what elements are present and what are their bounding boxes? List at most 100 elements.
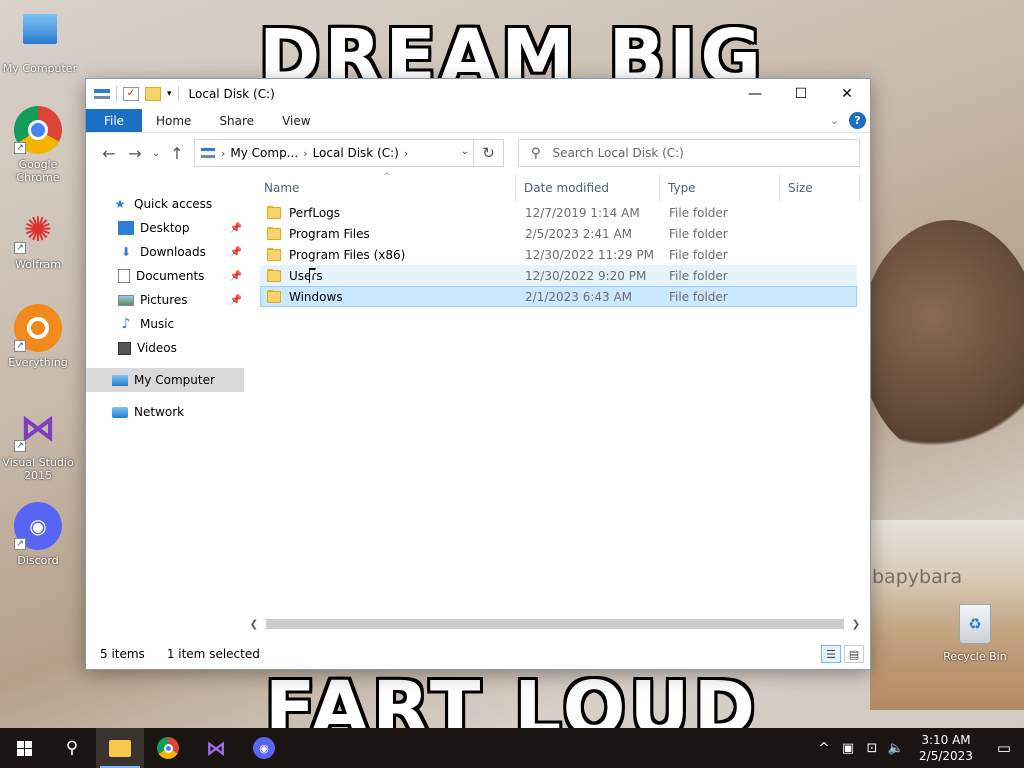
column-header-name[interactable]: Name [246,174,516,202]
file-type: File folder [669,247,728,262]
file-name: Program Files (x86) [289,247,406,262]
taskbar-visual-studio[interactable]: ⋈ [192,728,240,768]
folder-icon [267,247,281,261]
search-icon: ⚲ [65,738,79,758]
column-header-type[interactable]: Type [660,174,780,202]
taskbar: ⚲ ⋈ ◉ ^ ▣ ⊡ 🔈 3:10 AM 2/5/2023 ▭ [0,728,1024,768]
tab-home[interactable]: Home [142,109,205,132]
file-date: 2/1/2023 6:43 AM [525,289,633,304]
up-button[interactable]: ↑ [164,140,190,166]
desktop-icon-everything[interactable]: ↗ Everything [0,304,76,369]
sidebar-item-quick-access[interactable]: ★ Quick access [86,192,246,216]
table-row[interactable]: PerfLogs 12/7/2019 1:14 AM File folder [260,202,857,223]
discord-icon: ◉ [253,737,275,759]
window-controls: — ☐ ✕ [732,79,870,109]
desktop-icon-visual-studio[interactable]: ⋈ ↗ Visual Studio 2015 [0,404,76,483]
sort-ascending-icon: ^ [383,172,391,182]
desktop-icon-chrome[interactable]: ↗ Google Chrome [0,106,76,184]
show-hidden-icons-icon[interactable]: ^ [812,741,836,756]
taskbar-chrome[interactable] [144,728,192,768]
shortcut-arrow-icon: ↗ [14,142,26,154]
details-view-icon[interactable]: ☰ [821,645,841,663]
tab-view[interactable]: View [268,109,324,132]
desktop-icon-label: Everything [8,356,68,369]
desktop-icon-discord[interactable]: ◉ ↗ Discord [0,502,76,567]
minimize-button[interactable]: — [732,79,778,109]
start-button[interactable] [0,728,48,768]
maximize-button[interactable]: ☐ [778,79,824,109]
sidebar-item-music[interactable]: ♪ Music [86,312,246,336]
device-icon[interactable]: ▣ [836,741,860,756]
drive-icon [201,148,215,158]
properties-icon[interactable]: ✓ [123,87,139,101]
sidebar-item-downloads[interactable]: ⬇ Downloads 📌 [86,240,246,264]
scroll-right-icon[interactable]: ❯ [848,619,864,630]
horizontal-scrollbar[interactable]: ❮ ❯ [246,617,864,631]
windows-logo-icon [16,740,32,756]
large-icons-view-icon[interactable]: ▤ [844,645,864,663]
clock-time: 3:10 AM [921,733,971,747]
column-header-size[interactable]: Size [780,174,860,202]
tab-file[interactable]: File [86,109,142,132]
file-date: 2/5/2023 2:41 AM [525,226,633,241]
refresh-button[interactable]: ↻ [473,140,503,166]
sidebar-item-desktop[interactable]: Desktop 📌 [86,216,246,240]
videos-icon [118,341,131,355]
desktop-icon-wolfram[interactable]: ✺ ↗ Wolfram [0,206,76,271]
desktop-icon [118,221,134,235]
sidebar-item-documents[interactable]: Documents 📌 [86,264,246,288]
sidebar-item-label: Desktop [140,221,190,235]
expand-ribbon-icon[interactable]: ⌄ [830,114,839,127]
notifications-icon[interactable]: ▭ [984,739,1024,757]
close-button[interactable]: ✕ [824,79,870,109]
tab-share[interactable]: Share [205,109,268,132]
pictures-icon [118,294,134,306]
breadcrumb-my-computer[interactable]: My Comp... [225,146,303,160]
clock[interactable]: 3:10 AM 2/5/2023 [916,732,976,764]
file-type: File folder [669,205,728,220]
ribbon-tabs: File Home Share View ⌄ ? [86,109,870,133]
table-row[interactable]: Windows 2/1/2023 6:43 AM File folder [260,286,857,307]
customize-toolbar-icon[interactable]: ▾ [167,89,172,99]
network-icon[interactable]: ⊡ [860,741,884,756]
scroll-track[interactable] [262,618,848,630]
sidebar-item-label: Network [134,405,185,419]
volume-icon[interactable]: 🔈 [884,741,908,756]
sidebar-item-my-computer[interactable]: My Computer [86,368,244,392]
search-button[interactable]: ⚲ [48,728,96,768]
selection-count: 1 item selected [166,647,260,661]
title-bar[interactable]: ✓ ▾ Local Disk (C:) — ☐ ✕ [86,79,870,109]
desktop-icon-label: Wolfram [15,258,61,271]
taskbar-discord[interactable]: ◉ [240,728,288,768]
back-button[interactable]: ← [96,140,122,166]
forward-button[interactable]: → [122,140,148,166]
scroll-thumb[interactable] [266,619,844,629]
pin-icon: 📌 [229,222,242,234]
desktop-icon-recycle-bin[interactable]: ♻ Recycle Bin [940,604,1010,663]
window-title: Local Disk (C:) [188,87,275,101]
column-header-date-modified[interactable]: Date modified [516,174,660,202]
sidebar-item-pictures[interactable]: Pictures 📌 [86,288,246,312]
address-history-dropdown[interactable]: ⌄ [461,146,469,157]
scroll-left-icon[interactable]: ❮ [246,619,262,630]
sidebar-item-label: Videos [137,341,177,355]
search-input[interactable]: ⚲ Search Local Disk (C:) [518,139,860,167]
column-headers: ^ Name Date modified Type Size [246,172,870,202]
breadcrumb-local-disk[interactable]: Local Disk (C:) [308,146,404,160]
desktop-icon-my-computer[interactable]: My Computer [2,10,78,75]
address-bar[interactable]: › My Comp... › Local Disk (C:) › ⌄ ↻ [194,139,504,167]
table-row[interactable]: Program Files (x86) 12/30/2022 11:29 PM … [260,244,857,265]
table-row[interactable]: Users 12/30/2022 9:20 PM File folder [260,265,857,286]
documents-icon [118,269,130,283]
table-row[interactable]: Program Files 2/5/2023 2:41 AM File fold… [260,223,857,244]
taskbar-file-explorer[interactable] [96,728,144,768]
star-icon: ★ [114,197,126,211]
recent-locations-button[interactable]: ⌄ [148,140,164,166]
sidebar-item-videos[interactable]: Videos [86,336,246,360]
sidebar-item-network[interactable]: Network [86,400,246,424]
help-icon[interactable]: ? [849,112,866,129]
new-folder-icon[interactable] [145,87,161,101]
sidebar-item-label: Music [140,317,175,331]
clock-date: 2/5/2023 [919,749,973,763]
sidebar-item-label: My Computer [134,373,215,387]
